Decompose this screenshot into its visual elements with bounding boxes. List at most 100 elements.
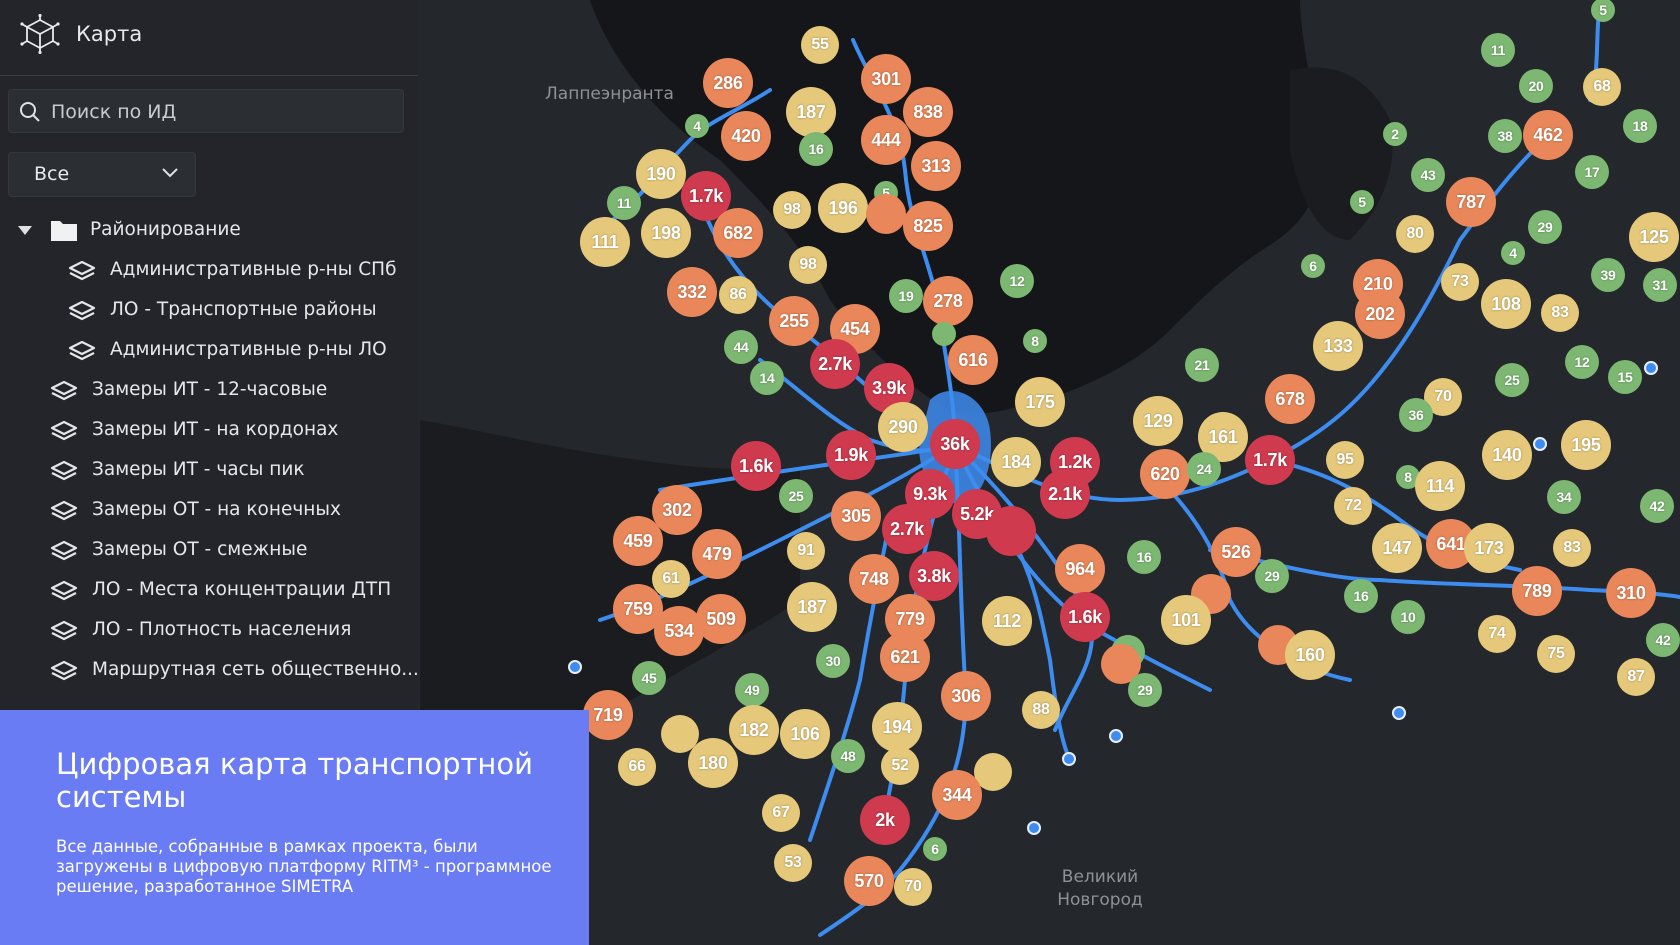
map-cluster[interactable]: 80 <box>1396 215 1434 253</box>
map-cluster[interactable]: 74 <box>1478 615 1516 653</box>
map-cluster[interactable]: 789 <box>1512 566 1562 616</box>
map-cluster[interactable] <box>866 194 906 234</box>
map-cluster[interactable]: 444 <box>861 115 911 165</box>
map-cluster[interactable]: 194 <box>872 702 922 752</box>
map-cluster[interactable]: 310 <box>1606 568 1656 618</box>
layer-item[interactable]: ЛО - Плотность населения <box>0 610 418 652</box>
map-cluster[interactable]: 748 <box>849 554 899 604</box>
filter-select[interactable]: Все <box>8 152 196 197</box>
map-cluster[interactable]: 106 <box>780 709 830 759</box>
layer-item[interactable]: Замеры ОТ - смежные <box>0 530 418 572</box>
map-cluster[interactable]: 73 <box>1441 263 1479 301</box>
map-cluster[interactable]: 36 <box>1399 398 1433 432</box>
map-cluster[interactable]: 68 <box>1583 68 1621 106</box>
map-cluster[interactable]: 129 <box>1133 396 1183 446</box>
map-point[interactable] <box>1644 361 1658 375</box>
map-cluster[interactable]: 2.1k <box>1040 469 1090 519</box>
map-cluster[interactable]: 306 <box>941 671 991 721</box>
map-cluster[interactable]: 44 <box>724 330 758 364</box>
map-cluster[interactable]: 4 <box>1501 241 1525 265</box>
map-cluster[interactable]: 66 <box>618 748 656 786</box>
map-cluster[interactable]: 196 <box>818 183 868 233</box>
map-cluster[interactable]: 4 <box>685 114 709 138</box>
map-cluster[interactable]: 29 <box>1255 559 1289 593</box>
layer-item[interactable]: Замеры ИТ - часы пик <box>0 450 418 492</box>
map-cluster[interactable]: 133 <box>1313 321 1363 371</box>
map-cluster[interactable]: 108 <box>1481 279 1531 329</box>
map-cluster[interactable]: 16 <box>1344 579 1378 613</box>
layer-item[interactable]: ЛО - Места концентрации ДТП <box>0 570 418 612</box>
map-cluster[interactable]: 83 <box>1541 294 1579 332</box>
map-cluster[interactable]: 570 <box>844 856 894 906</box>
map-cluster[interactable]: 42 <box>1646 623 1680 657</box>
map-cluster[interactable]: 1.6k <box>1060 592 1110 642</box>
layer-item-admin-spb[interactable]: Административные р-ны СПб <box>0 250 418 292</box>
map-cluster[interactable]: 290 <box>878 402 928 452</box>
map-cluster[interactable]: 16 <box>799 132 833 166</box>
map-point[interactable] <box>1062 752 1076 766</box>
map-cluster[interactable]: 52 <box>881 747 919 785</box>
caret-down-icon[interactable] <box>18 226 32 236</box>
map-cluster[interactable]: 39 <box>1591 258 1625 292</box>
map-cluster[interactable]: 190 <box>636 149 686 199</box>
map-cluster[interactable]: 67 <box>762 794 800 832</box>
map-cluster[interactable]: 38 <box>1488 119 1522 153</box>
map-cluster[interactable]: 147 <box>1372 523 1422 573</box>
map-cluster[interactable]: 6 <box>1301 254 1325 278</box>
map-cluster[interactable]: 198 <box>641 208 691 258</box>
map-cluster[interactable]: 49 <box>735 673 769 707</box>
layer-item-admin-lo[interactable]: Административные р-ны ЛО <box>0 330 418 372</box>
map-cluster[interactable]: 30 <box>816 644 850 678</box>
map-cluster[interactable]: 534 <box>654 606 704 656</box>
map-cluster[interactable] <box>932 322 956 346</box>
map-cluster[interactable]: 88 <box>1022 691 1060 729</box>
map-cluster[interactable]: 459 <box>613 516 663 566</box>
map-cluster[interactable]: 34 <box>1547 480 1581 514</box>
map-cluster[interactable]: 42 <box>1640 489 1674 523</box>
map-cluster[interactable]: 526 <box>1211 527 1261 577</box>
layer-item-lo-transport[interactable]: ЛО - Транспортные районы <box>0 290 418 332</box>
map-cluster[interactable]: 55 <box>801 26 839 64</box>
map-cluster[interactable]: 17 <box>1575 155 1609 189</box>
map-cluster[interactable]: 87 <box>1617 658 1655 696</box>
map-cluster[interactable]: 61 <box>652 560 690 598</box>
map-cluster[interactable]: 111 <box>580 217 630 267</box>
map-cluster[interactable]: 2.7k <box>810 339 860 389</box>
map-cluster[interactable]: 91 <box>787 532 825 570</box>
map-cluster[interactable]: 195 <box>1561 420 1611 470</box>
map-cluster[interactable]: 175 <box>1015 377 1065 427</box>
map-cluster[interactable]: 101 <box>1161 595 1211 645</box>
map-cluster[interactable]: 8 <box>1023 329 1047 353</box>
map-cluster[interactable]: 14 <box>750 361 784 395</box>
map-point[interactable] <box>1109 729 1123 743</box>
map-cluster[interactable]: 825 <box>903 201 953 251</box>
map-cluster[interactable]: 313 <box>911 141 961 191</box>
map-cluster[interactable]: 98 <box>773 191 811 229</box>
map-cluster[interactable]: 620 <box>1140 449 1190 499</box>
map-cluster[interactable]: 182 <box>729 705 779 755</box>
map-cluster[interactable]: 10 <box>1391 600 1425 634</box>
map-cluster[interactable]: 305 <box>831 491 881 541</box>
map-cluster[interactable]: 25 <box>779 479 813 513</box>
map-cluster[interactable]: 98 <box>789 246 827 284</box>
map-cluster[interactable]: 5 <box>1350 190 1374 214</box>
layer-item[interactable]: Замеры ИТ - 12-часовые <box>0 370 418 412</box>
map-cluster[interactable]: 140 <box>1482 430 1532 480</box>
map-cluster[interactable]: 255 <box>769 296 819 346</box>
map-cluster[interactable]: 462 <box>1523 110 1573 160</box>
map-cluster[interactable]: 621 <box>880 632 930 682</box>
map-cluster[interactable]: 86 <box>719 276 757 314</box>
map-cluster[interactable]: 2 <box>1383 122 1407 146</box>
layer-item[interactable]: Замеры ИТ - на кордонах <box>0 410 418 452</box>
map-cluster[interactable]: 964 <box>1055 544 1105 594</box>
map-cluster[interactable]: 616 <box>948 335 998 385</box>
map-cluster[interactable]: 31 <box>1643 268 1677 302</box>
map-cluster[interactable]: 29 <box>1128 673 1162 707</box>
map-cluster[interactable]: 202 <box>1355 289 1405 339</box>
map-cluster[interactable]: 332 <box>667 267 717 317</box>
map-cluster[interactable]: 173 <box>1464 523 1514 573</box>
map-point[interactable] <box>568 660 582 674</box>
map-cluster[interactable]: 286 <box>703 58 753 108</box>
map-cluster[interactable]: 12 <box>1565 345 1599 379</box>
map-cluster[interactable]: 36k <box>930 419 980 469</box>
